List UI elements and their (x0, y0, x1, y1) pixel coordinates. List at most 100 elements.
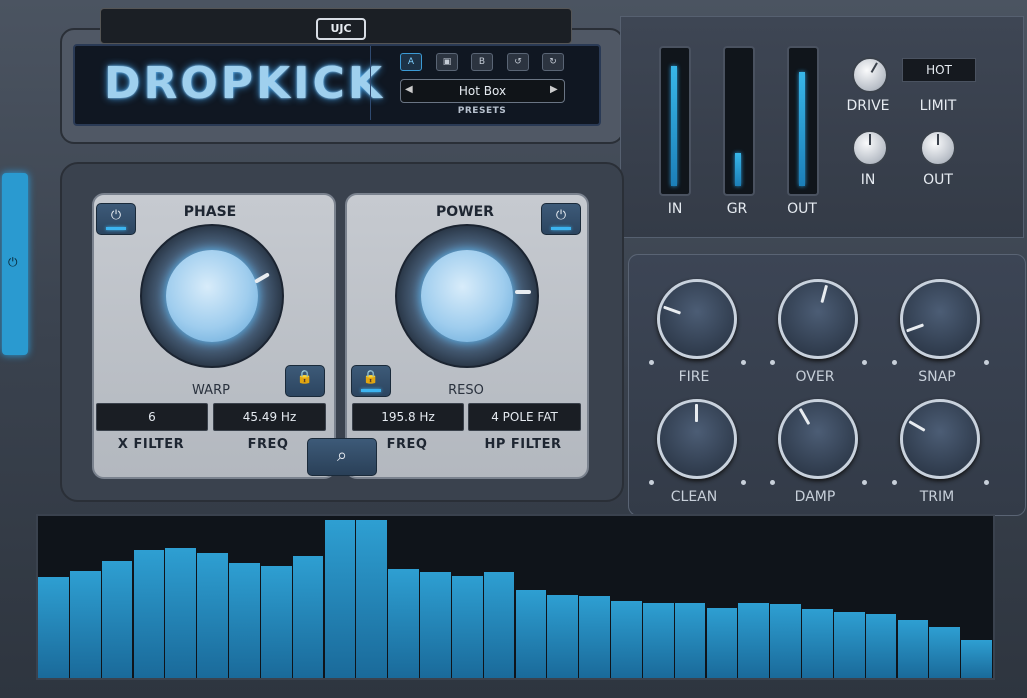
search-icon: ⌕ (336, 445, 348, 466)
spectrum-bar (133, 550, 166, 678)
lock-icon: 🔒 (362, 370, 380, 385)
reso-knob[interactable] (395, 224, 539, 368)
knob-scale-dot (984, 360, 989, 365)
spectrum-bar (324, 520, 357, 678)
in-gain-label: IN (860, 172, 876, 188)
power-lock-button[interactable]: 🔒 (351, 365, 391, 397)
fire-label: FIRE (678, 369, 710, 385)
meter-gr-label: GR (726, 201, 748, 217)
damp-knob[interactable] (778, 399, 858, 479)
meter-gr (723, 46, 755, 196)
knob-scale-dot (862, 360, 867, 365)
trim-label: TRIM (919, 489, 955, 505)
copy-icon: ▣ (442, 57, 452, 67)
spectrum-bar (260, 566, 293, 678)
phase-lock-button[interactable]: 🔒 (285, 365, 325, 397)
spectrum-bar (229, 563, 261, 678)
over-knob[interactable] (778, 279, 858, 359)
spectrum-bar (356, 520, 389, 678)
spectrum-bar (897, 620, 930, 678)
over-label: OVER (795, 369, 835, 385)
copy-button[interactable]: ▣ (436, 53, 458, 71)
knob-scale-dot (770, 360, 775, 365)
knob-scale-dot (649, 360, 654, 365)
preset-select[interactable]: Hot Box (400, 79, 565, 103)
knob-scale-dot (741, 480, 746, 485)
ab-b-button[interactable]: B (471, 53, 493, 71)
spectrum-bar (738, 603, 771, 678)
warp-label: WARP (192, 383, 230, 398)
phase-title: PHASE (183, 204, 237, 220)
preset-prev-icon[interactable]: ◀ (405, 79, 413, 101)
meter-out-label: OUT (787, 201, 817, 217)
limit-mode-display[interactable]: HOT (902, 58, 976, 82)
freq1-field[interactable]: 45.49 Hz (213, 403, 326, 431)
search-button[interactable]: ⌕ (307, 438, 377, 476)
meter-in-label: IN (667, 201, 683, 217)
fire-knob[interactable] (657, 279, 737, 359)
spectrum-bar (388, 569, 420, 678)
ab-a-button[interactable]: A (400, 53, 422, 71)
knob-scale-dot (770, 480, 775, 485)
out-gain-knob[interactable] (920, 130, 956, 166)
power-icon: ⏻ (8, 255, 18, 269)
drive-knob[interactable] (852, 57, 888, 93)
clean-label: CLEAN (670, 489, 718, 505)
hp-filter-label: HP FILTER (484, 437, 562, 452)
preset-next-icon[interactable]: ▶ (550, 79, 558, 101)
spectrum-bar (770, 604, 802, 678)
in-gain-knob[interactable] (852, 130, 888, 166)
snap-label: SNAP (918, 369, 956, 385)
spectrum-bar (611, 601, 643, 678)
spectrum-bar (706, 608, 739, 678)
power-title: POWER (436, 204, 494, 220)
hp-filter-field[interactable]: 4 POLE FAT (468, 403, 581, 431)
drive-label: DRIVE (846, 98, 890, 114)
damp-label: DAMP (794, 489, 836, 505)
meter-out-fill (799, 72, 805, 186)
redo-button[interactable]: ↻ (542, 53, 564, 71)
knob-scale-dot (649, 480, 654, 485)
phase-power-button[interactable]: ⏻ (96, 203, 136, 235)
meter-out (787, 46, 819, 196)
warp-knob[interactable] (140, 224, 284, 368)
bypass-strip[interactable]: ⏻ (2, 173, 28, 355)
undo-button[interactable]: ↺ (507, 53, 529, 71)
spectrum-bar (101, 561, 134, 678)
reso-label: RESO (448, 383, 484, 398)
knob-scale-dot (862, 480, 867, 485)
brand-logo: UJC (316, 18, 366, 40)
spectrum-bar (165, 548, 198, 678)
spectrum-bar (929, 627, 962, 678)
x-filter-label: X FILTER (117, 437, 185, 452)
plugin-title: DROPKICK (104, 58, 385, 109)
trim-knob[interactable] (900, 399, 980, 479)
spectrum-bar (420, 572, 452, 678)
knob-scale-dot (892, 480, 897, 485)
spectrum-bar (451, 576, 484, 678)
power-icon: ⏻ (110, 208, 122, 223)
undo-icon: ↺ (514, 57, 522, 67)
spectrum-bar (674, 603, 707, 678)
spectrum-bar (515, 590, 548, 678)
spectrum-bar (961, 640, 993, 678)
spectrum-bar (833, 612, 866, 678)
spectrum-bar (483, 572, 516, 678)
spectrum-bar (547, 595, 580, 678)
snap-knob[interactable] (900, 279, 980, 359)
spectrum-bar (865, 614, 898, 678)
spectrum-display (36, 514, 995, 680)
spectrum-bar (197, 553, 229, 678)
power-power-button[interactable]: ⏻ (541, 203, 581, 235)
meter-in (659, 46, 691, 196)
x-filter-field[interactable]: 6 (96, 403, 208, 431)
spectrum-bar (69, 571, 102, 678)
knob-scale-dot (892, 360, 897, 365)
spectrum-bar (802, 609, 834, 678)
freq2-field[interactable]: 195.8 Hz (352, 403, 464, 431)
spectrum-bar (38, 577, 70, 678)
out-gain-label: OUT (923, 172, 953, 188)
clean-knob[interactable] (657, 399, 737, 479)
knob-scale-dot (741, 360, 746, 365)
meter-gr-fill (735, 153, 741, 186)
